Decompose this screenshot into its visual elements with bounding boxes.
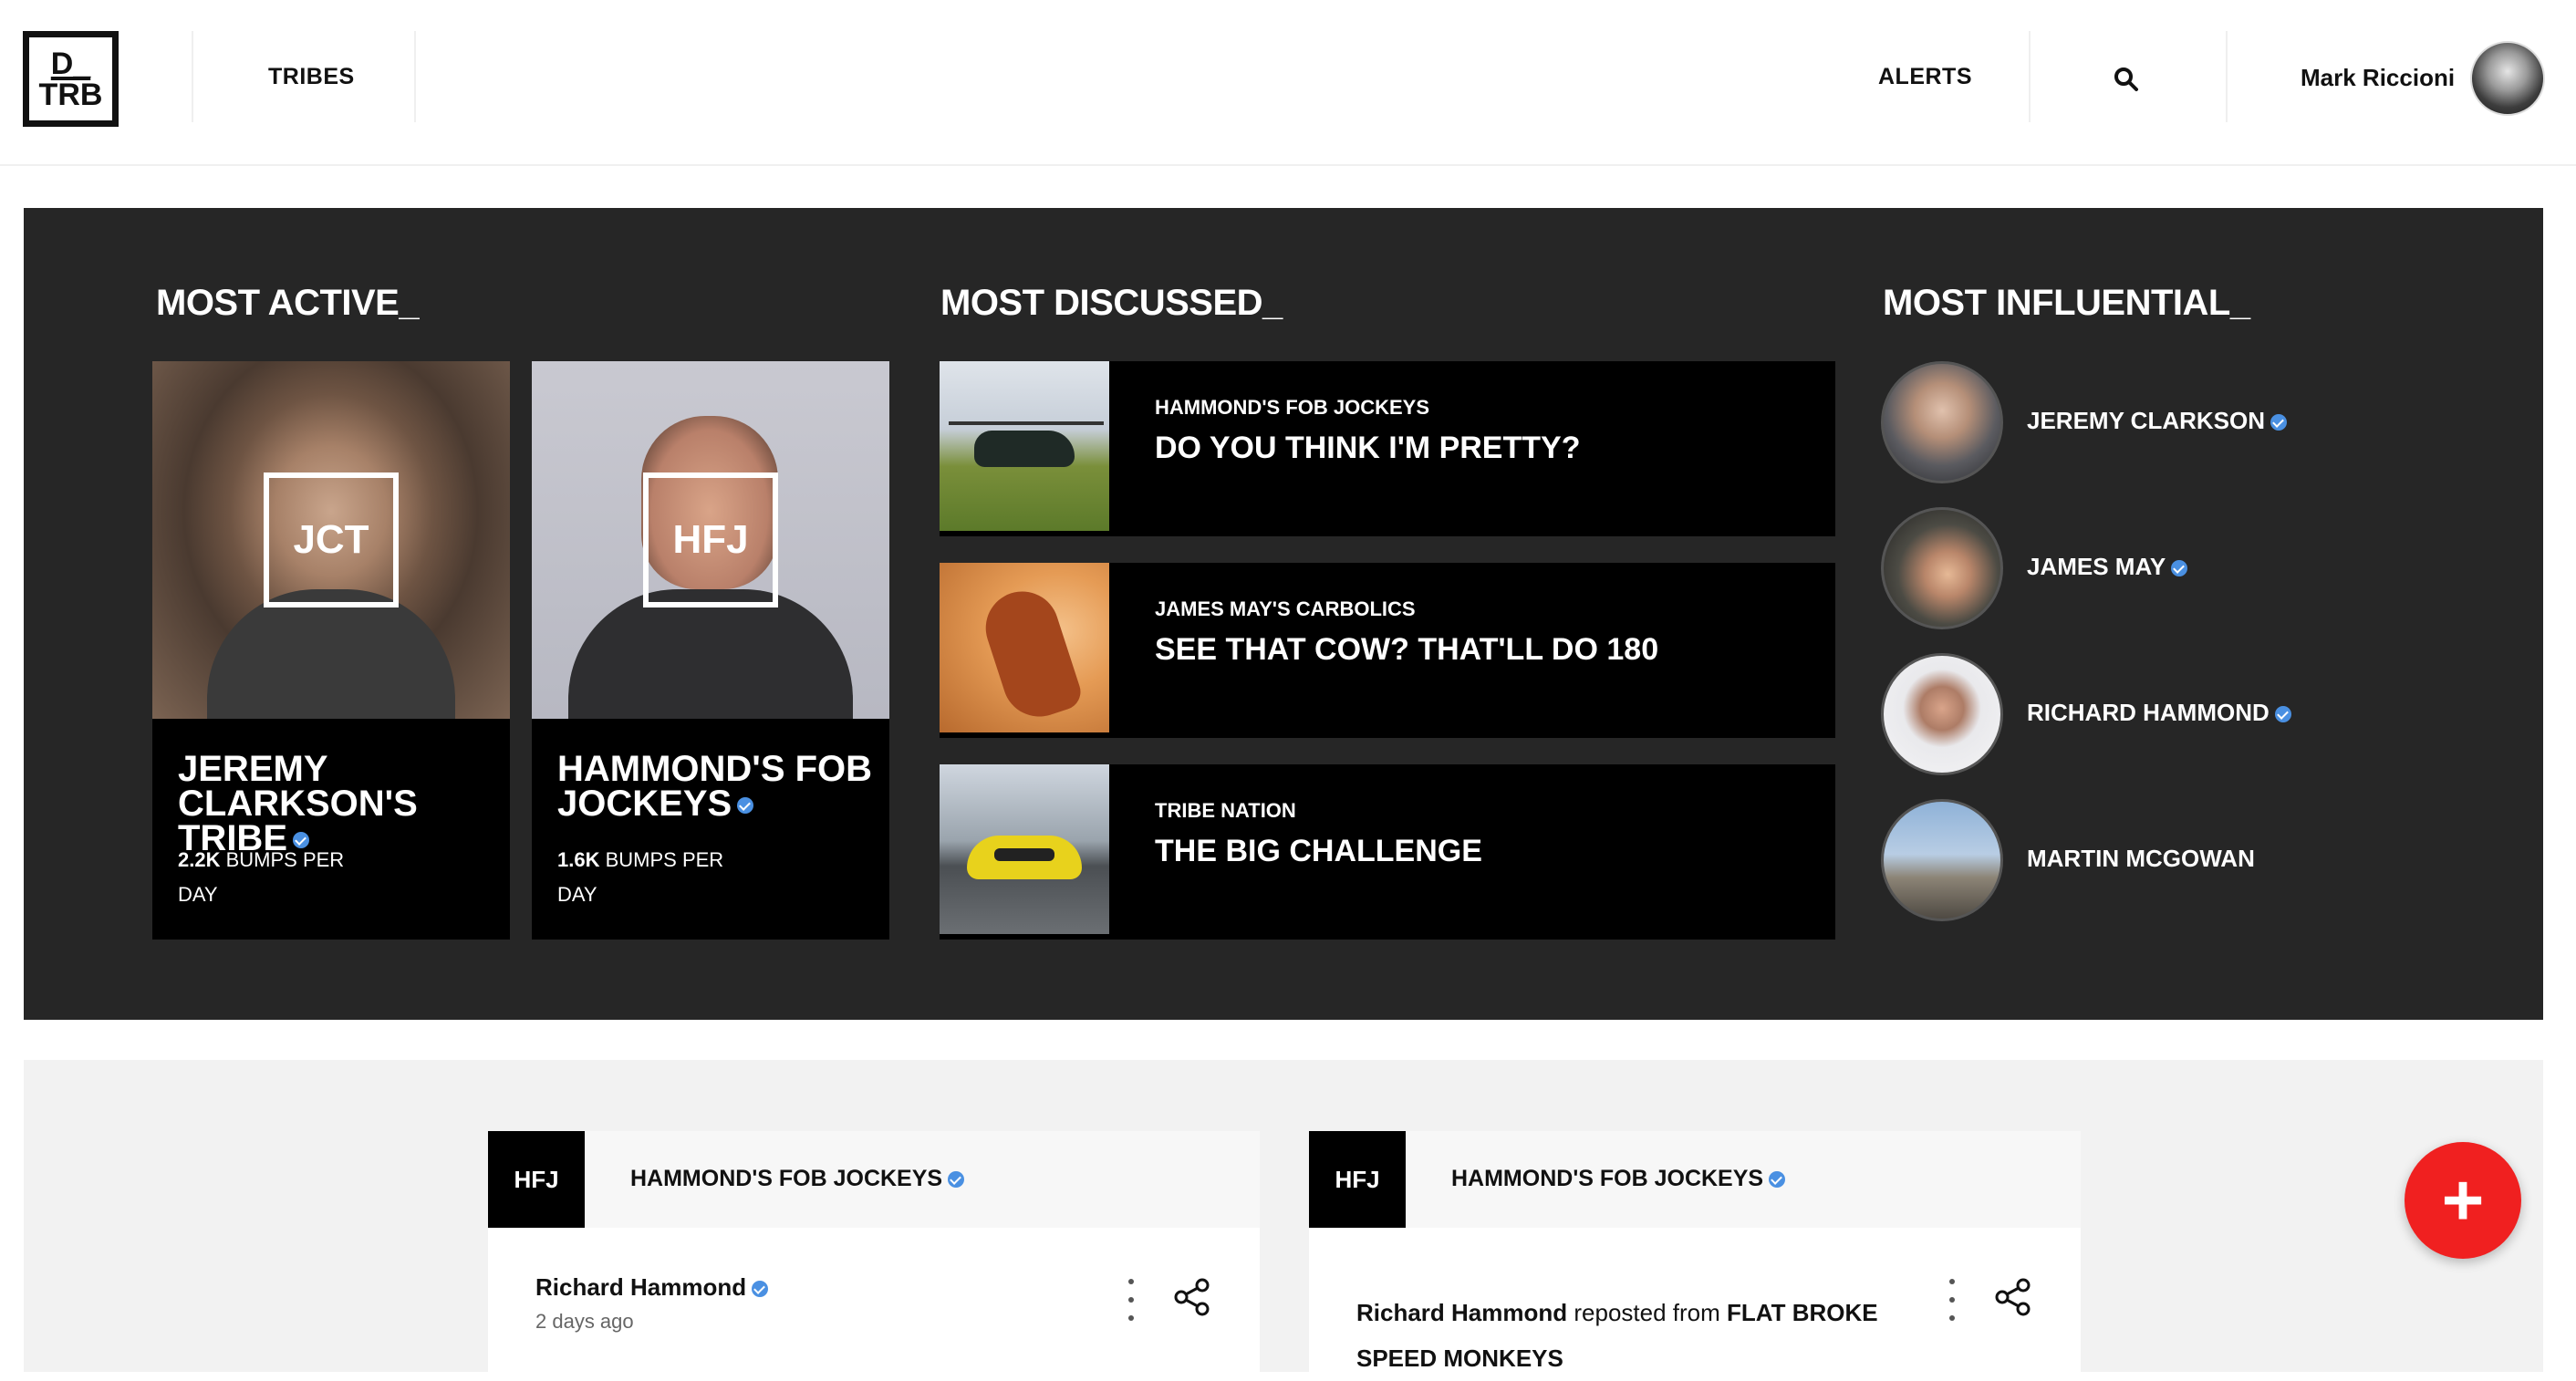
more-options-icon[interactable]	[1948, 1279, 1957, 1321]
influencer-item[interactable]: JEREMY CLARKSON	[1881, 361, 2337, 483]
most-influential-heading: MOST INFLUENTIAL_	[1883, 283, 2250, 323]
influencer-name-text: JAMES MAY	[2027, 553, 2166, 580]
post-author-name: Richard Hammond	[535, 1273, 747, 1301]
post-author: Richard Hammond reposted from FLAT BROKE…	[1356, 1290, 1922, 1381]
repost-label: reposted from	[1574, 1299, 1720, 1326]
tribe-badge[interactable]: HFJ	[1309, 1131, 1406, 1228]
tribe-card-bumps: 1.6K BUMPS PER DAY	[557, 843, 740, 912]
search-icon[interactable]	[2113, 66, 2140, 93]
tribe-card-hfj[interactable]: HFJ HAMMOND'S FOB JOCKEYS 1.6K BUMPS PER…	[532, 361, 889, 940]
logo[interactable]: D_ TRB	[23, 31, 119, 127]
user-avatar[interactable]	[2470, 41, 2545, 116]
discussion-title: DO YOU THINK I'M PRETTY?	[1155, 431, 1581, 465]
verified-icon	[2171, 560, 2188, 577]
influencer-name: JAMES MAY	[2027, 553, 2188, 581]
nav-divider	[414, 31, 416, 122]
post-author-name[interactable]: Richard Hammond	[1356, 1299, 1567, 1326]
verified-icon	[737, 797, 754, 815]
nav-alerts-link[interactable]: ALERTS	[1878, 64, 1972, 90]
create-post-button[interactable]: +	[2405, 1142, 2521, 1259]
tribe-card-abbreviation: JCT	[264, 472, 399, 607]
most-active-heading: MOST ACTIVE_	[156, 283, 420, 323]
repost-source-continued[interactable]: MONKEYS	[1443, 1345, 1563, 1372]
tribe-card-abbreviation: HFJ	[643, 472, 778, 607]
post-author[interactable]: Richard Hammond	[535, 1273, 769, 1302]
post-header: HFJ HAMMOND'S FOB JOCKEYS	[488, 1131, 1260, 1228]
post-tribe-name[interactable]: HAMMOND'S FOB JOCKEYS	[630, 1166, 965, 1192]
share-icon[interactable]	[1172, 1277, 1212, 1317]
tribe-badge[interactable]: HFJ	[488, 1131, 585, 1228]
tribe-card-bumps: 2.2K BUMPS PER DAY	[178, 843, 360, 912]
influencer-avatar	[1881, 653, 2003, 775]
influencer-avatar	[1881, 361, 2003, 483]
tribe-card-name-text: HAMMOND'S FOB JOCKEYS	[557, 749, 873, 824]
influencer-name: JEREMY CLARKSON	[2027, 407, 2288, 435]
post-tribe-name[interactable]: HAMMOND'S FOB JOCKEYS	[1451, 1166, 1786, 1192]
influencer-name: MARTIN MCGOWAN	[2027, 845, 2255, 872]
influencer-name: RICHARD HAMMOND	[2027, 699, 2291, 727]
discussion-item[interactable]: TRIBE NATION THE BIG CHALLENGE	[940, 764, 1835, 940]
user-name[interactable]: Mark Riccioni	[2301, 64, 2455, 92]
verified-icon	[948, 1171, 965, 1189]
verified-icon	[752, 1281, 769, 1298]
verified-icon	[1769, 1171, 1786, 1189]
influencer-item[interactable]: JAMES MAY	[1881, 507, 2337, 629]
discussion-tribe: JAMES MAY'S CARBOLICS	[1155, 597, 1416, 620]
nav-divider	[192, 31, 193, 122]
feed-area	[24, 1060, 2543, 1372]
post-timestamp: 2 days ago	[535, 1310, 634, 1333]
feed-post[interactable]: HFJ HAMMOND'S FOB JOCKEYS Richard Hammon…	[1309, 1131, 2081, 1372]
nav-divider	[2029, 31, 2031, 122]
top-navigation-bar: D_ TRB TRIBES ALERTS Mark Riccioni	[0, 0, 2576, 166]
post-tribe-name-text: HAMMOND'S FOB JOCKEYS	[1451, 1166, 1764, 1191]
post-header: HFJ HAMMOND'S FOB JOCKEYS	[1309, 1131, 2081, 1228]
discussion-title: THE BIG CHALLENGE	[1155, 834, 1482, 868]
influencer-avatar	[1881, 507, 2003, 629]
horse-thumbnail	[940, 563, 1109, 732]
nav-tribes-link[interactable]: TRIBES	[268, 64, 355, 90]
discussion-tribe: TRIBE NATION	[1155, 799, 1296, 822]
tribe-card-name: JEREMY CLARKSON'S TRIBE	[178, 751, 497, 857]
helicopter-thumbnail	[940, 361, 1109, 531]
supercar-thumbnail	[940, 764, 1109, 934]
logo-line-1: D_	[50, 46, 91, 81]
influencer-name-text: RICHARD HAMMOND	[2027, 699, 2270, 726]
bumps-count: 2.2K	[178, 848, 221, 871]
influencer-item[interactable]: MARTIN MCGOWAN	[1881, 799, 2337, 921]
logo-line-2: TRB	[38, 77, 103, 112]
discussion-tribe: HAMMOND'S FOB JOCKEYS	[1155, 396, 1430, 419]
discussion-item[interactable]: HAMMOND'S FOB JOCKEYS DO YOU THINK I'M P…	[940, 361, 1835, 536]
influencer-avatar	[1881, 799, 2003, 921]
discussion-title: SEE THAT COW? THAT'LL DO 180	[1155, 632, 1659, 667]
nav-divider	[2226, 31, 2228, 122]
post-tribe-name-text: HAMMOND'S FOB JOCKEYS	[630, 1166, 943, 1191]
bumps-count: 1.6K	[557, 848, 600, 871]
discussion-item[interactable]: JAMES MAY'S CARBOLICS SEE THAT COW? THAT…	[940, 563, 1835, 738]
tribe-card-name: HAMMOND'S FOB JOCKEYS	[557, 749, 877, 824]
feed-post[interactable]: HFJ HAMMOND'S FOB JOCKEYS Richard Hammon…	[488, 1131, 1260, 1372]
influencer-item[interactable]: RICHARD HAMMOND	[1881, 653, 2337, 775]
influencer-name-text: JEREMY CLARKSON	[2027, 407, 2266, 434]
verified-icon	[2274, 706, 2291, 723]
more-options-icon[interactable]	[1127, 1279, 1136, 1321]
tribe-card-jct[interactable]: JCT JEREMY CLARKSON'S TRIBE 2.2K BUMPS P…	[152, 361, 510, 940]
most-discussed-heading: MOST DISCUSSED_	[940, 283, 1283, 323]
verified-icon	[2270, 414, 2288, 431]
share-icon[interactable]	[1993, 1277, 2033, 1317]
